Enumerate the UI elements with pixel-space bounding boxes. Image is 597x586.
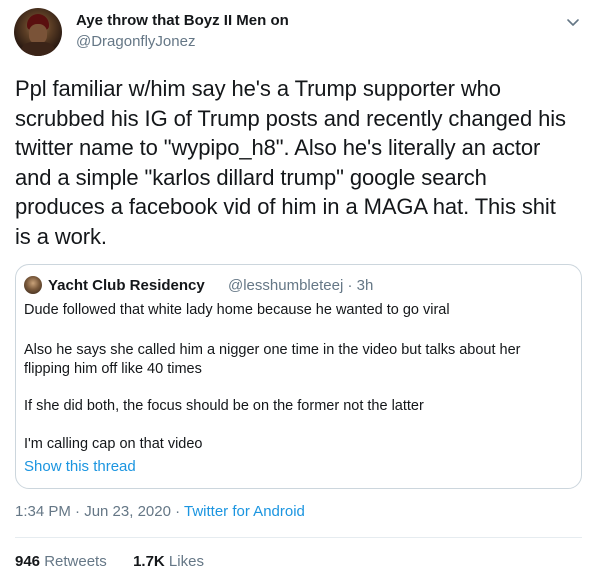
- quoted-tweet[interactable]: Yacht Club Residency @lesshumbleteej · 3…: [15, 264, 582, 489]
- retweets-stat[interactable]: 946 Retweets: [15, 553, 107, 570]
- divider: [15, 537, 582, 538]
- quoted-author-avatar: [24, 276, 42, 294]
- likes-stat[interactable]: 1.7K Likes: [133, 553, 204, 570]
- tweet-meta: 1:34 PM · Jun 23, 2020 · Twitter for And…: [15, 503, 305, 520]
- likes-count: 1.7K: [133, 553, 165, 570]
- quoted-paragraph: Also he says she called him a nigger one…: [24, 341, 569, 379]
- quoted-paragraph: I'm calling cap on that video: [24, 436, 203, 452]
- tweet-source-link[interactable]: Twitter for Android: [184, 503, 305, 520]
- tweet-card: Aye throw that Boyz II Men on @Dragonfly…: [0, 0, 597, 586]
- chevron-down-icon[interactable]: [565, 14, 581, 30]
- author-display-name[interactable]: Aye throw that Boyz II Men on: [76, 12, 289, 29]
- quoted-paragraph: Dude followed that white lady home becau…: [24, 302, 450, 318]
- author-handle[interactable]: @DragonflyJonez: [76, 33, 195, 50]
- quoted-paragraph-line: flipping him off like 40 times: [24, 361, 202, 377]
- avatar-body-shape: [20, 42, 56, 56]
- quoted-author-name: Yacht Club Residency: [48, 277, 205, 294]
- tweet-text-line: Ppl familiar w/him say he's a Trump supp…: [15, 76, 501, 101]
- tweet-text-line: and a simple "karlos dillard trump" goog…: [15, 164, 487, 190]
- tweet-text: Ppl familiar w/him say he's a Trump supp…: [15, 74, 590, 251]
- tweet-text-line: produces a facebook vid of him in a MAGA…: [15, 194, 556, 219]
- retweets-label: Retweets: [40, 553, 107, 570]
- quoted-author-handle-time: @lesshumbleteej · 3h: [228, 277, 374, 294]
- quoted-paragraph-line: Also he says she called him a nigger one…: [24, 342, 521, 358]
- tweet-text-line: is a work.: [15, 223, 107, 249]
- tweet-timestamp[interactable]: 1:34 PM · Jun 23, 2020 ·: [15, 503, 184, 520]
- author-avatar[interactable]: [14, 8, 62, 56]
- avatar-face-shape: [29, 24, 47, 44]
- tweet-stats: 946 Retweets 1.7K Likes: [15, 553, 204, 570]
- retweets-count: 946: [15, 553, 41, 570]
- quoted-paragraph: If she did both, the focus should be on …: [24, 398, 424, 414]
- tweet-text-line: twitter name to "wypipo_h8". Also he's l…: [15, 135, 541, 160]
- tweet-text-line: scrubbed his IG of Trump posts and recen…: [15, 105, 566, 131]
- likes-label: Likes: [164, 553, 204, 570]
- show-thread-link[interactable]: Show this thread: [24, 458, 136, 475]
